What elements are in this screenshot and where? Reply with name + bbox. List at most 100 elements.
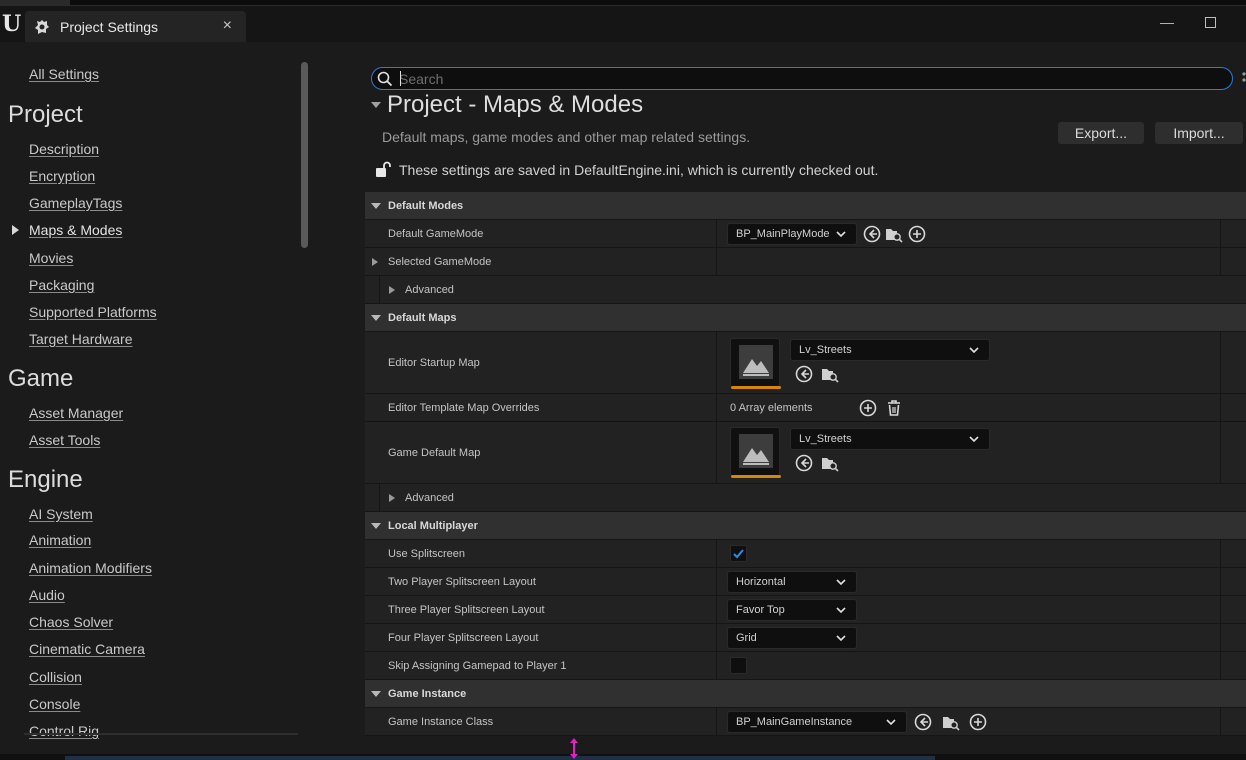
editor-startup-map-dropdown[interactable]: Lv_Streets — [790, 339, 990, 361]
checkmark-icon — [733, 549, 744, 559]
dropdown-value: BP_MainGameInstance — [736, 716, 853, 728]
browse-folder-icon[interactable] — [821, 365, 839, 383]
skip-gamepad-checkbox[interactable] — [730, 657, 747, 674]
settings-main-panel: Project - Maps & Modes Default maps, gam… — [338, 42, 1246, 754]
category-game-instance[interactable]: Game Instance — [365, 680, 1246, 708]
sidebar-item-maps-modes[interactable]: Maps & Modes — [29, 222, 122, 238]
sidebar-scrollbar[interactable] — [301, 62, 308, 248]
top-tab-strip — [0, 0, 1246, 6]
column-divider — [716, 624, 717, 651]
setting-label: Advanced — [405, 284, 454, 296]
sidebar-item-asset-tools[interactable]: Asset Tools — [29, 432, 100, 448]
sidebar-horizontal-scrollbar[interactable] — [24, 733, 298, 735]
settings-cog-icon — [35, 20, 49, 34]
column-divider — [1220, 708, 1221, 735]
expand-caret-icon — [389, 286, 395, 294]
chevron-down-icon — [969, 347, 979, 354]
setting-label: Editor Template Map Overrides — [388, 402, 540, 414]
use-selected-icon[interactable] — [795, 365, 813, 383]
add-element-icon[interactable] — [859, 399, 877, 417]
sidebar-item-control-rig[interactable]: Control Rig — [29, 723, 99, 739]
category-expand-caret-icon — [371, 523, 381, 529]
export-button[interactable]: Export... — [1058, 122, 1144, 144]
sidebar-item-movies[interactable]: Movies — [29, 250, 73, 266]
map-thumbnail[interactable] — [730, 427, 781, 478]
sidebar-item-cinematic-camera[interactable]: Cinematic Camera — [29, 641, 145, 657]
sidebar-item-asset-manager[interactable]: Asset Manager — [29, 405, 123, 421]
sidebar-item-encryption[interactable]: Encryption — [29, 168, 95, 184]
maximize-button[interactable] — [1205, 17, 1216, 28]
four-player-layout-dropdown[interactable]: Grid — [727, 627, 857, 649]
chevron-down-icon — [836, 579, 846, 586]
use-splitscreen-checkbox[interactable] — [730, 545, 747, 562]
use-selected-icon[interactable] — [863, 225, 881, 243]
page-collapse-caret-icon[interactable] — [371, 102, 381, 108]
settings-sidebar: All Settings Project Description Encrypt… — [0, 42, 338, 754]
category-default-maps[interactable]: Default Maps — [365, 304, 1246, 332]
setting-label: Advanced — [405, 492, 454, 504]
dropdown-value: Lv_Streets — [799, 344, 852, 356]
setting-label: Four Player Splitscreen Layout — [388, 632, 539, 644]
sidebar-item-packaging[interactable]: Packaging — [29, 277, 94, 293]
sidebar-item-collision[interactable]: Collision — [29, 669, 82, 685]
minimize-button[interactable]: — — [1160, 14, 1174, 30]
chevron-down-icon — [836, 231, 846, 238]
column-divider — [716, 708, 717, 735]
expand-caret-icon — [372, 258, 378, 266]
map-thumbnail[interactable] — [730, 338, 781, 389]
sidebar-active-caret-icon — [12, 225, 19, 235]
category-expand-caret-icon — [371, 691, 381, 697]
category-local-multiplayer[interactable]: Local Multiplayer — [365, 512, 1246, 540]
browse-folder-icon[interactable] — [885, 225, 903, 243]
sidebar-item-chaos-solver[interactable]: Chaos Solver — [29, 614, 113, 630]
tab-close-button[interactable]: × — [223, 17, 232, 35]
sidebar-item-gameplaytags[interactable]: GameplayTags — [29, 195, 122, 211]
setting-row-advanced[interactable]: Advanced — [365, 276, 1246, 304]
sidebar-item-target-hardware[interactable]: Target Hardware — [29, 331, 133, 347]
sidebar-item-description[interactable]: Description — [29, 141, 99, 157]
browse-folder-icon[interactable] — [821, 454, 839, 472]
category-label: Local Multiplayer — [388, 520, 478, 532]
game-default-map-dropdown[interactable]: Lv_Streets — [790, 428, 990, 450]
sidebar-all-settings[interactable]: All Settings — [29, 66, 99, 82]
sidebar-item-animation-modifiers[interactable]: Animation Modifiers — [29, 560, 152, 576]
search-box[interactable] — [371, 67, 1233, 90]
three-player-layout-dropdown[interactable]: Favor Top — [727, 599, 857, 621]
sidebar-item-ai-system[interactable]: AI System — [29, 506, 93, 522]
game-instance-class-dropdown[interactable]: BP_MainGameInstance — [727, 711, 907, 733]
setting-label: Game Default Map — [388, 447, 481, 459]
setting-row-selected-gamemode[interactable]: Selected GameMode — [365, 248, 1246, 276]
setting-row-use-splitscreen: Use Splitscreen — [365, 540, 1246, 568]
sidebar-section-game: Game — [8, 365, 74, 392]
trash-icon[interactable] — [885, 399, 903, 417]
category-expand-caret-icon — [371, 203, 381, 209]
sidebar-item-supported-platforms[interactable]: Supported Platforms — [29, 304, 157, 320]
tab-stub[interactable] — [0, 0, 70, 5]
sidebar-item-animation[interactable]: Animation — [29, 532, 91, 548]
search-options-icon[interactable] — [1241, 70, 1246, 84]
category-label: Game Instance — [388, 688, 467, 700]
search-icon — [377, 71, 393, 87]
map-thumbnail-icon — [739, 345, 773, 379]
setting-label: Editor Startup Map — [388, 357, 480, 369]
add-icon[interactable] — [908, 225, 926, 243]
category-default-modes[interactable]: Default Modes — [365, 192, 1246, 220]
project-settings-tab[interactable]: Project Settings × — [25, 11, 246, 43]
add-icon[interactable] — [969, 713, 987, 731]
import-button[interactable]: Import... — [1155, 122, 1243, 144]
two-player-layout-dropdown[interactable]: Horizontal — [727, 571, 857, 593]
text-cursor — [400, 71, 401, 86]
bottom-strip-fill — [65, 756, 935, 760]
resize-cursor-icon[interactable] — [568, 737, 580, 760]
search-input[interactable] — [399, 69, 1219, 88]
sidebar-item-console[interactable]: Console — [29, 696, 80, 712]
setting-label: Skip Assigning Gamepad to Player 1 — [388, 660, 567, 672]
dropdown-value: Horizontal — [736, 576, 786, 588]
column-divider — [1220, 248, 1221, 275]
browse-folder-icon[interactable] — [942, 713, 960, 731]
default-gamemode-dropdown[interactable]: BP_MainPlayMode — [727, 223, 857, 245]
sidebar-item-audio[interactable]: Audio — [29, 587, 65, 603]
use-selected-icon[interactable] — [795, 454, 813, 472]
setting-row-advanced[interactable]: Advanced — [365, 484, 1246, 512]
use-selected-icon[interactable] — [914, 713, 932, 731]
